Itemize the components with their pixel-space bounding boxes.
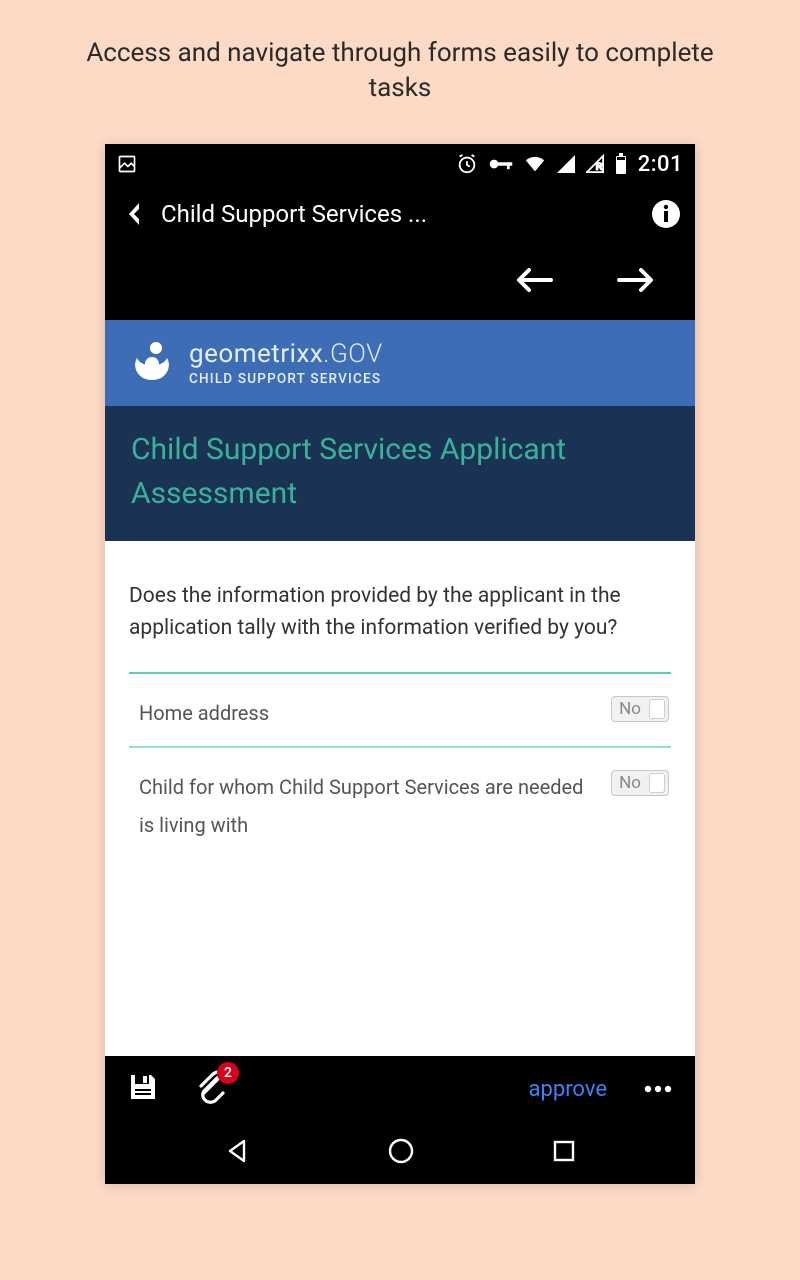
info-button[interactable] [645, 199, 681, 229]
toggle-value: No [615, 773, 645, 793]
save-button[interactable] [127, 1071, 159, 1107]
attachment-badge: 2 [217, 1062, 239, 1084]
android-nav-bar [105, 1122, 695, 1184]
more-button[interactable] [643, 1080, 673, 1099]
form-item-label: Child for whom Child Support Services ar… [139, 768, 595, 844]
brand-subtitle: CHILD SUPPORT SERVICES [189, 371, 383, 387]
form-item-label: Home address [139, 694, 269, 732]
form-item: Child for whom Child Support Services ar… [129, 746, 671, 858]
status-bar: R 2:01 [105, 144, 695, 184]
next-page-button[interactable] [615, 266, 655, 298]
roaming-icon: R [586, 154, 604, 174]
signal-icon [556, 154, 576, 174]
brand-text: geometrixx.GOV CHILD SUPPORT SERVICES [189, 339, 383, 387]
status-time: 2:01 [638, 152, 683, 177]
form-heading: Child Support Services Applicant Assessm… [131, 428, 669, 515]
attachment-button[interactable]: 2 [195, 1070, 227, 1108]
page-caption: Access and navigate through forms easily… [0, 0, 800, 126]
toggle-knob [649, 699, 665, 719]
prev-page-button[interactable] [515, 266, 555, 298]
toggle-knob [649, 773, 665, 793]
android-home-button[interactable] [387, 1137, 415, 1169]
phone-frame: R 2:01 Child Support Services ... [105, 144, 695, 1184]
toggle-value: No [615, 699, 645, 719]
form-pager [105, 244, 695, 320]
alarm-icon [456, 153, 478, 175]
form-heading-band: Child Support Services Applicant Assessm… [105, 406, 695, 541]
brand-domain: .GOV [323, 339, 382, 369]
form-items: Home address No Child for whom Child Sup… [129, 672, 671, 858]
form-area: Does the information provided by the app… [105, 541, 695, 1056]
back-button[interactable] [119, 201, 149, 227]
brand-name: geometrixx [189, 339, 323, 369]
toggle-switch[interactable]: No [611, 696, 669, 722]
appbar-title: Child Support Services ... [149, 200, 645, 228]
form-item: Home address No [129, 672, 671, 746]
approve-button[interactable]: approve [529, 1077, 607, 1102]
android-recents-button[interactable] [552, 1139, 576, 1167]
wifi-icon [524, 154, 546, 174]
toggle-switch[interactable]: No [611, 770, 669, 796]
android-back-button[interactable] [224, 1138, 250, 1168]
svg-text:R: R [596, 162, 603, 172]
brand-logo-icon [129, 338, 175, 388]
brand-bar: geometrixx.GOV CHILD SUPPORT SERVICES [105, 320, 695, 406]
bottom-action-bar: 2 approve [105, 1056, 695, 1122]
form-question: Does the information provided by the app… [129, 581, 671, 644]
key-icon [488, 154, 514, 174]
image-icon [117, 154, 137, 174]
battery-icon [614, 153, 628, 175]
app-bar: Child Support Services ... [105, 184, 695, 244]
